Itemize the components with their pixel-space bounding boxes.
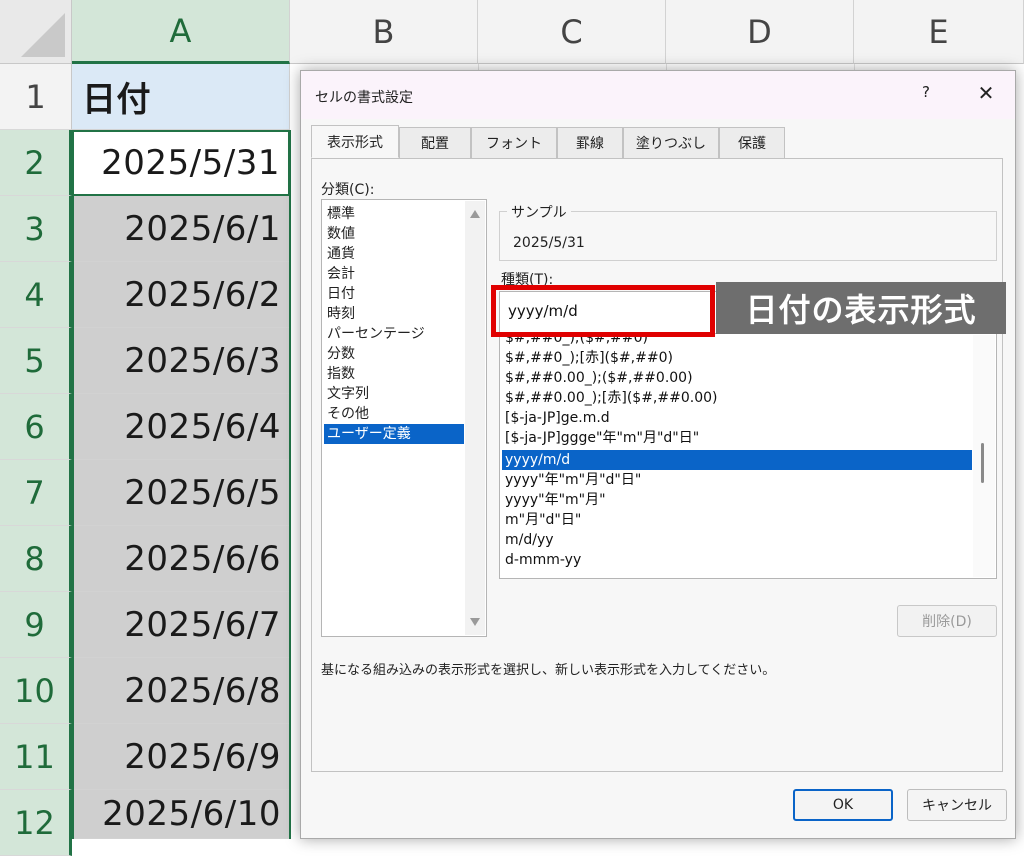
tab-border[interactable]: 罫線 bbox=[557, 127, 623, 158]
category-item[interactable]: 文字列 bbox=[324, 384, 464, 404]
format-item[interactable]: d-mmm-yy bbox=[502, 550, 972, 570]
select-all-corner[interactable] bbox=[0, 0, 72, 64]
category-item[interactable]: 標準 bbox=[324, 204, 464, 224]
format-item-selected[interactable]: yyyy/m/d bbox=[502, 450, 972, 470]
format-item[interactable]: m/d/yy bbox=[502, 530, 972, 550]
row-header-8[interactable]: 8 bbox=[0, 526, 72, 592]
row-header-1[interactable]: 1 bbox=[0, 64, 72, 130]
row-header-2[interactable]: 2 bbox=[0, 130, 72, 196]
type-label: 種類(T): bbox=[501, 272, 554, 288]
cell-a4[interactable]: 2025/6/2 bbox=[72, 262, 290, 328]
row-header-11[interactable]: 11 bbox=[0, 724, 72, 790]
sample-value: 2025/5/31 bbox=[513, 235, 585, 251]
format-item[interactable]: $#,##0.00_);[赤]($#,##0.00) bbox=[502, 388, 972, 408]
row-header-4[interactable]: 4 bbox=[0, 262, 72, 328]
format-item[interactable]: $#,##0.00_);($#,##0.00) bbox=[502, 368, 972, 388]
category-item[interactable]: 日付 bbox=[324, 284, 464, 304]
row-header-5[interactable]: 5 bbox=[0, 328, 72, 394]
tab-fill[interactable]: 塗りつぶし bbox=[623, 127, 719, 158]
sample-label: サンプル bbox=[507, 202, 571, 222]
format-cells-dialog: セルの書式設定 ? ✕ 表示形式 配置 フォント 罫線 塗りつぶし 保護 分類(… bbox=[300, 70, 1016, 839]
column-header-e[interactable]: E bbox=[854, 0, 1024, 64]
cell-a11[interactable]: 2025/6/9 bbox=[72, 724, 290, 790]
close-button[interactable]: ✕ bbox=[971, 81, 1001, 107]
tab-alignment[interactable]: 配置 bbox=[399, 127, 471, 158]
column-header-c[interactable]: C bbox=[478, 0, 666, 64]
format-scrollbar[interactable] bbox=[973, 335, 995, 577]
category-label: 分類(C): bbox=[321, 182, 375, 198]
column-header-d[interactable]: D bbox=[666, 0, 854, 64]
cell-a12[interactable]: 2025/6/10 bbox=[72, 790, 290, 839]
cell-a5[interactable]: 2025/6/3 bbox=[72, 328, 290, 394]
column-header-b[interactable]: B bbox=[290, 0, 478, 64]
dialog-titlebar[interactable]: セルの書式設定 ? ✕ bbox=[301, 71, 1015, 119]
format-item[interactable]: [$-ja-JP]ge.m.d bbox=[502, 408, 972, 428]
category-item[interactable]: 分数 bbox=[324, 344, 464, 364]
category-scrollbar[interactable] bbox=[465, 201, 485, 635]
category-item[interactable]: 数値 bbox=[324, 224, 464, 244]
category-list[interactable]: 標準 数値 通貨 会計 日付 時刻 パーセンテージ 分数 指数 文字列 その他 … bbox=[321, 199, 487, 637]
cell-a6[interactable]: 2025/6/4 bbox=[72, 394, 290, 460]
cell-a1[interactable]: 日付 bbox=[72, 64, 290, 130]
row-header-7[interactable]: 7 bbox=[0, 460, 72, 526]
dialog-description: 基になる組み込みの表示形式を選択し、新しい表示形式を入力してください。 bbox=[321, 663, 776, 678]
cell-a3[interactable]: 2025/6/1 bbox=[72, 196, 290, 262]
column-header-a[interactable]: A bbox=[72, 0, 290, 64]
cell-a9[interactable]: 2025/6/7 bbox=[72, 592, 290, 658]
category-item[interactable]: パーセンテージ bbox=[324, 324, 464, 344]
ok-button[interactable]: OK bbox=[793, 789, 893, 821]
cell-a2[interactable]: 2025/5/31 bbox=[72, 130, 290, 196]
cancel-button[interactable]: キャンセル bbox=[907, 789, 1007, 821]
category-item[interactable]: その他 bbox=[324, 404, 464, 424]
category-item[interactable]: 通貨 bbox=[324, 244, 464, 264]
scroll-down-icon[interactable] bbox=[470, 618, 480, 626]
help-button[interactable]: ? bbox=[913, 83, 939, 107]
format-list[interactable]: $#,##0_);($#,##0) $#,##0_);[赤]($#,##0) $… bbox=[499, 333, 997, 579]
tab-font[interactable]: フォント bbox=[471, 127, 557, 158]
cell-a8[interactable]: 2025/6/6 bbox=[72, 526, 290, 592]
scroll-up-icon[interactable] bbox=[470, 210, 480, 218]
row-header-10[interactable]: 10 bbox=[0, 658, 72, 724]
annotation-callout: 日付の表示形式 bbox=[716, 282, 1006, 334]
row-header-3[interactable]: 3 bbox=[0, 196, 72, 262]
row-header-12[interactable]: 12 bbox=[0, 790, 72, 856]
category-item[interactable]: 指数 bbox=[324, 364, 464, 384]
format-item[interactable]: m"月"d"日" bbox=[502, 510, 972, 530]
tab-protection[interactable]: 保護 bbox=[719, 127, 785, 158]
cell-a10[interactable]: 2025/6/8 bbox=[72, 658, 290, 724]
scrollbar-thumb[interactable] bbox=[981, 443, 984, 483]
category-item[interactable]: 時刻 bbox=[324, 304, 464, 324]
format-item[interactable]: yyyy"年"m"月"d"日" bbox=[502, 470, 972, 490]
row-header-6[interactable]: 6 bbox=[0, 394, 72, 460]
format-item[interactable]: $#,##0_);($#,##0) bbox=[502, 334, 972, 348]
tab-number[interactable]: 表示形式 bbox=[311, 125, 399, 158]
delete-button[interactable]: 削除(D) bbox=[897, 605, 997, 637]
category-item[interactable]: 会計 bbox=[324, 264, 464, 284]
format-item[interactable]: yyyy"年"m"月" bbox=[502, 490, 972, 510]
row-header-9[interactable]: 9 bbox=[0, 592, 72, 658]
dialog-title: セルの書式設定 bbox=[315, 90, 413, 106]
cell-a7[interactable]: 2025/6/5 bbox=[72, 460, 290, 526]
format-item[interactable]: [$-ja-JP]ggge"年"m"月"d"日" bbox=[502, 428, 972, 448]
format-item[interactable]: $#,##0_);[赤]($#,##0) bbox=[502, 348, 972, 368]
category-item-selected[interactable]: ユーザー定義 bbox=[324, 424, 464, 444]
